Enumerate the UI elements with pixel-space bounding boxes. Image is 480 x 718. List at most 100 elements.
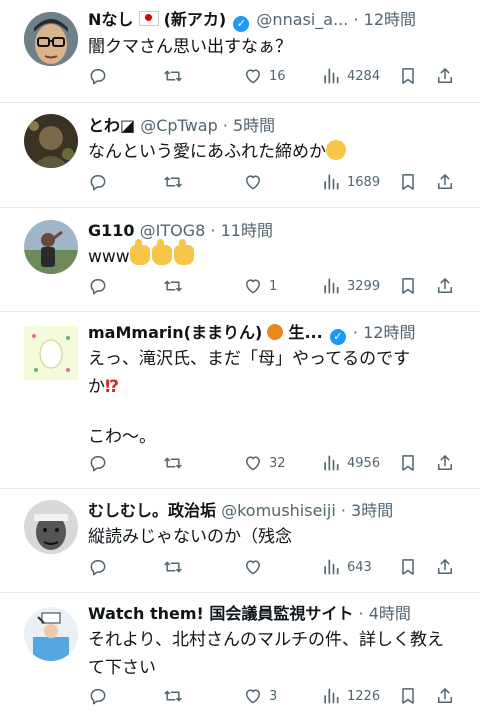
timestamp[interactable]: 12時間 bbox=[364, 10, 416, 29]
timestamp[interactable]: 12時間 bbox=[363, 323, 415, 342]
retweet-button[interactable] bbox=[163, 451, 183, 475]
bookmark-button[interactable] bbox=[398, 64, 418, 88]
bookmark-button[interactable] bbox=[398, 274, 418, 298]
like-button[interactable] bbox=[243, 555, 269, 579]
view-count: 4956 bbox=[347, 455, 381, 471]
like-button[interactable]: 3 bbox=[243, 684, 277, 708]
tweet[interactable]: maMmarin(ままりん) 生... ✓ · 12時間 えっ、滝沢氏、まだ「母… bbox=[0, 312, 480, 489]
separator-dot: · bbox=[353, 10, 359, 29]
share-button[interactable] bbox=[435, 451, 455, 475]
like-button[interactable]: 16 bbox=[243, 64, 286, 88]
views-button[interactable]: 1226 bbox=[321, 684, 380, 708]
retweet-button[interactable] bbox=[163, 64, 183, 88]
reply-icon bbox=[88, 172, 108, 192]
user-handle[interactable]: @CpTwap bbox=[140, 116, 218, 135]
bookmark-icon bbox=[398, 557, 418, 577]
tweet[interactable]: とわ◪ @CpTwap · 5時間 なんという愛にあふれた締めか 1689 bbox=[0, 103, 480, 208]
reply-icon bbox=[88, 453, 108, 473]
tweet-text: 闇クマさん思い出すなぁ？ bbox=[88, 37, 292, 57]
reply-button[interactable] bbox=[88, 684, 108, 708]
views-icon bbox=[321, 172, 341, 192]
tweet[interactable]: Nなし (新アカ) ✓ @nnasi_a... · 12時間 闇クマさん思い出す… bbox=[0, 0, 480, 103]
japan-flag-icon bbox=[138, 11, 159, 26]
avatar[interactable] bbox=[24, 607, 78, 661]
bookmark-button[interactable] bbox=[398, 451, 418, 475]
retweet-icon bbox=[163, 172, 183, 192]
views-button[interactable]: 4284 bbox=[321, 64, 380, 88]
bookmark-button[interactable] bbox=[398, 684, 418, 708]
exclamation-question-icon: ⁉ bbox=[105, 377, 120, 397]
share-button[interactable] bbox=[435, 555, 455, 579]
like-icon bbox=[243, 557, 263, 577]
like-icon bbox=[243, 276, 263, 296]
share-button[interactable] bbox=[435, 274, 455, 298]
user-handle[interactable]: @komushiseiji bbox=[221, 501, 336, 520]
bookmark-icon bbox=[398, 172, 418, 192]
view-count: 3299 bbox=[347, 278, 381, 294]
reply-button[interactable] bbox=[88, 451, 108, 475]
like-count: 1 bbox=[269, 278, 278, 294]
timestamp[interactable]: 4時間 bbox=[369, 604, 411, 623]
timestamp[interactable]: 3時間 bbox=[351, 501, 393, 520]
verified-badge-icon: ✓ bbox=[329, 329, 346, 345]
like-count: 32 bbox=[269, 455, 286, 471]
share-button[interactable] bbox=[435, 170, 455, 194]
tweet[interactable]: G110 @ITOG8 · 11時間 www 1 3299 bbox=[0, 208, 480, 312]
tweet[interactable]: むしむし。政治垢 @komushiseiji · 3時間 縦読みじゃないのか（残… bbox=[0, 489, 480, 593]
tweet-text: えっ、滝沢氏、まだ「母」やってるのです か bbox=[88, 349, 411, 397]
like-button[interactable]: 1 bbox=[243, 274, 277, 298]
bookmark-icon bbox=[398, 276, 418, 296]
views-icon bbox=[321, 557, 341, 577]
share-icon bbox=[435, 276, 455, 296]
avatar[interactable] bbox=[24, 500, 78, 554]
reply-icon bbox=[88, 686, 108, 706]
thumbs-up-icon bbox=[129, 239, 150, 265]
thumbs-up-icon bbox=[173, 239, 194, 265]
views-button[interactable]: 4956 bbox=[321, 451, 380, 475]
like-count: 16 bbox=[269, 68, 286, 84]
bookmark-button[interactable] bbox=[398, 555, 418, 579]
like-button[interactable]: 32 bbox=[243, 451, 286, 475]
avatar[interactable] bbox=[24, 12, 78, 66]
display-name[interactable]: とわ◪ bbox=[88, 116, 135, 135]
tweet-text: www bbox=[88, 247, 130, 267]
display-name[interactable]: Nなし bbox=[88, 10, 133, 29]
tweet-text-second-paragraph: こわ〜。 bbox=[88, 427, 156, 447]
like-button[interactable] bbox=[243, 170, 269, 194]
views-button[interactable]: 1689 bbox=[321, 170, 380, 194]
reply-button[interactable] bbox=[88, 64, 108, 88]
avatar[interactable] bbox=[24, 114, 78, 168]
share-button[interactable] bbox=[435, 64, 455, 88]
display-name[interactable]: maMmarin(ままりん) bbox=[88, 323, 262, 342]
display-name[interactable]: Watch them! 国会議員監視サイト bbox=[88, 604, 353, 623]
avatar[interactable] bbox=[24, 220, 78, 274]
reply-button[interactable] bbox=[88, 555, 108, 579]
avatar[interactable] bbox=[24, 326, 78, 380]
reply-button[interactable] bbox=[88, 170, 108, 194]
retweet-button[interactable] bbox=[163, 170, 183, 194]
timestamp[interactable]: 11時間 bbox=[221, 221, 273, 240]
retweet-button[interactable] bbox=[163, 555, 183, 579]
views-button[interactable]: 643 bbox=[321, 555, 372, 579]
retweet-icon bbox=[163, 686, 183, 706]
views-button[interactable]: 3299 bbox=[321, 274, 380, 298]
retweet-button[interactable] bbox=[163, 274, 183, 298]
views-icon bbox=[321, 453, 341, 473]
display-name[interactable]: G110 bbox=[88, 221, 135, 240]
display-name-suffix[interactable]: 生... bbox=[288, 323, 322, 342]
user-handle[interactable]: @ITOG8 bbox=[140, 221, 206, 240]
share-button[interactable] bbox=[435, 684, 455, 708]
reply-button[interactable] bbox=[88, 274, 108, 298]
user-handle[interactable]: @nnasi_a... bbox=[256, 10, 348, 29]
verified-badge-icon: ✓ bbox=[233, 16, 250, 32]
view-count: 4284 bbox=[347, 68, 381, 84]
display-name-suffix[interactable]: (新アカ) bbox=[164, 10, 227, 29]
tweet[interactable]: Watch them! 国会議員監視サイト · 4時間 それより、北村さんのマル… bbox=[0, 593, 480, 718]
display-name[interactable]: むしむし。政治垢 bbox=[88, 501, 216, 520]
timestamp[interactable]: 5時間 bbox=[233, 116, 275, 135]
bookmark-button[interactable] bbox=[398, 170, 418, 194]
views-icon bbox=[321, 66, 341, 86]
retweet-button[interactable] bbox=[163, 684, 183, 708]
like-count: 3 bbox=[269, 688, 278, 704]
separator-dot: · bbox=[352, 323, 358, 342]
